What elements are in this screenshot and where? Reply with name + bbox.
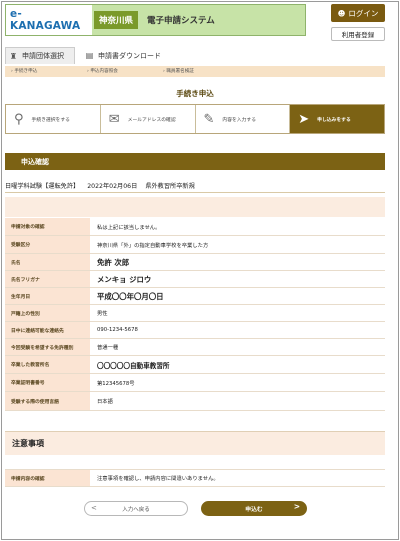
document-icon: ▤ — [85, 51, 94, 60]
step-enter-content: ✎ 内容を入力する — [195, 105, 291, 133]
back-label: 入力へ戻る — [122, 506, 150, 513]
row-value: 〇〇〇〇〇自動車教習所 — [90, 356, 385, 373]
row-value: 日本語 — [90, 392, 385, 410]
row-value: 注意事項を確認し、申請内容に間違いありません。 — [90, 470, 385, 486]
row-label: 申請内容の確認 — [5, 470, 90, 486]
table-row: 受験する際の使用言語 日本語 — [5, 392, 385, 411]
chevron-right-icon: > — [293, 502, 300, 511]
login-label: ログイン — [348, 8, 379, 18]
notice-title: 注意事項 — [5, 431, 385, 455]
step-confirm-email: ✉ メールアドレスの確認 — [100, 105, 196, 133]
row-label: 卒業証明書番号 — [5, 374, 90, 391]
table-row: 卒業証明書番号 第12345678号 — [5, 374, 385, 392]
table-row: 今回受験を希望する免許種別 普通一種 — [5, 339, 385, 356]
submit-label: 申込む — [245, 507, 263, 513]
row-value: 普通一種 — [90, 339, 385, 355]
progress-steps: ⚲ 手続き選択をする ✉ メールアドレスの確認 ✎ 内容を入力する ➤ 申し込み… — [5, 104, 385, 134]
group-icon: ♜ — [9, 51, 18, 61]
pencil-icon: ✎ — [203, 111, 215, 127]
table-row: 氏名 免許 次郎 — [5, 254, 385, 271]
notice-row: 申請内容の確認 注意事項を確認し、申請内容に間違いありません。 — [5, 469, 385, 487]
exam-name: 日曜学科試験【運転免許】 — [5, 183, 80, 190]
row-value: 神奈川県「外」の指定自動車学校を卒業した方 — [90, 236, 385, 253]
exam-date: 2022年02月06日 — [87, 183, 138, 190]
row-value: メンキョ ジロウ — [90, 271, 385, 287]
breadcrumb: › 手続き申込 › 申込内容照会 › 職員署名検証 — [5, 66, 385, 77]
submit-button[interactable]: 申込む > — [201, 501, 307, 516]
step-select-procedure: ⚲ 手続き選択をする — [6, 105, 101, 133]
row-value: 090-1234-5678 — [90, 322, 385, 338]
table-row: 受験区分 神奈川県「外」の指定自動車学校を卒業した方 — [5, 236, 385, 254]
row-label: 日中に連絡可能な連絡先 — [5, 322, 90, 338]
table-row: 戸籍上の性別 男性 — [5, 305, 385, 322]
row-label: 受験する際の使用言語 — [5, 392, 90, 410]
spacer-band — [5, 197, 385, 217]
table-row: 卒業した教習所名 〇〇〇〇〇自動車教習所 — [5, 356, 385, 374]
row-label: 氏名フリガナ — [5, 271, 90, 287]
site-header-banner: e-KANAGAWA 神奈川県 電子申請システム — [5, 4, 306, 36]
row-value: 男性 — [90, 305, 385, 321]
row-value: 私は上記に該当しません。 — [90, 218, 385, 235]
chevron-left-icon: < — [91, 504, 97, 512]
row-label: 卒業した教習所名 — [5, 356, 90, 373]
spacer-band — [5, 455, 385, 469]
login-button[interactable]: ☻ ログイン — [331, 4, 385, 22]
row-label: 生年月日 — [5, 288, 90, 304]
section-title: 申込確認 — [5, 153, 385, 170]
table-row: 申請対象の確認 私は上記に該当しません。 — [5, 218, 385, 236]
row-value: 第12345678号 — [90, 374, 385, 391]
row-value: 免許 次郎 — [90, 254, 385, 270]
tab-label: 申請書ダウンロード — [98, 51, 161, 60]
mail-icon: ✉ — [108, 111, 120, 127]
table-row: 日中に連絡可能な連絡先 090-1234-5678 — [5, 322, 385, 339]
back-button[interactable]: < 入力へ戻る — [84, 501, 188, 516]
page-title: 手続き申込 — [176, 89, 214, 98]
row-label: 申請対象の確認 — [5, 218, 90, 235]
tab-form-download[interactable]: ▤ 申請書ダウンロード — [79, 47, 179, 64]
table-row: 氏名フリガナ メンキョ ジロウ — [5, 271, 385, 288]
row-label: 戸籍上の性別 — [5, 305, 90, 321]
row-label: 受験区分 — [5, 236, 90, 253]
logo-text: e-KANAGAWA — [10, 8, 81, 32]
site-logo[interactable]: e-KANAGAWA — [6, 5, 92, 35]
confirmation-table: 申請対象の確認 私は上記に該当しません。 受験区分 神奈川県「外」の指定自動車学… — [5, 218, 385, 411]
row-label: 今回受験を希望する免許種別 — [5, 339, 90, 355]
exam-place: 県外教習所卒新規 — [145, 183, 195, 190]
tab-label: 申請団体選択 — [22, 52, 64, 60]
divider — [5, 192, 385, 193]
system-title: 電子申請システム — [147, 16, 215, 26]
row-label: 氏名 — [5, 254, 90, 270]
table-row: 生年月日 平成〇〇年〇月〇日 — [5, 288, 385, 305]
step-submit-application: ➤ 申し込みをする — [290, 105, 384, 133]
register-button[interactable]: 利用者登録 — [331, 27, 385, 41]
search-icon: ⚲ — [14, 111, 24, 127]
breadcrumb-item[interactable]: › 申込内容照会 — [87, 68, 118, 74]
prefecture-badge: 神奈川県 — [94, 11, 139, 29]
tab-organization-select[interactable]: ♜ 申請団体選択 — [5, 47, 75, 64]
breadcrumb-item[interactable]: › 手続き申込 — [11, 68, 37, 74]
user-icon: ☻ — [337, 8, 346, 18]
breadcrumb-item[interactable]: › 職員署名検証 — [163, 68, 194, 74]
row-value: 平成〇〇年〇月〇日 — [90, 288, 385, 304]
send-icon: ➤ — [298, 111, 310, 127]
exam-info: 日曜学科試験【運転免許】 2022年02月06日 県外教習所卒新規 — [5, 181, 385, 190]
